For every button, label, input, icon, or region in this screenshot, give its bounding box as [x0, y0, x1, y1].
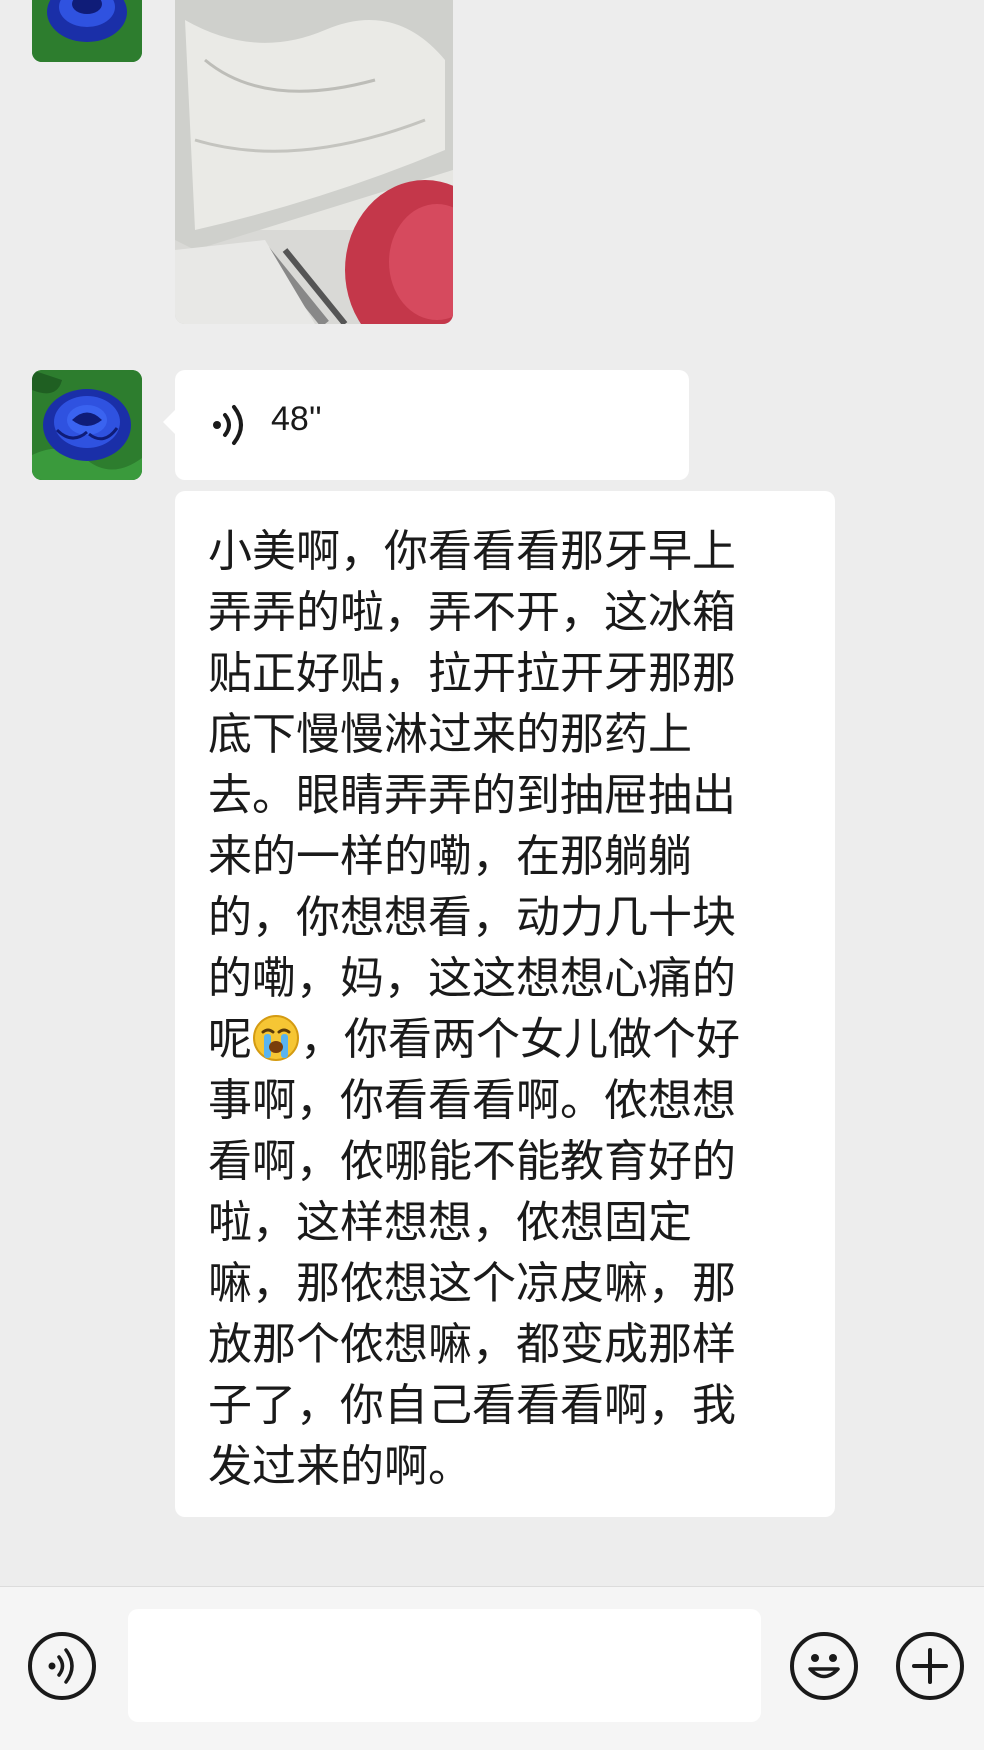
- blue-rose-icon: [32, 0, 142, 62]
- message-line: 子了，你自己看看看啊，我: [208, 1380, 736, 1431]
- message-line: 贴正好贴，拉开拉开牙那那: [208, 648, 736, 699]
- message-input[interactable]: [128, 1609, 761, 1722]
- photo-content: [175, 0, 453, 324]
- smiley-icon: [808, 1654, 840, 1679]
- emoji-button[interactable]: [790, 1632, 858, 1700]
- voice-wave-icon: [213, 405, 243, 445]
- more-button[interactable]: [896, 1632, 964, 1700]
- image-message[interactable]: [175, 0, 453, 324]
- message-line: 发过来的啊。: [208, 1441, 472, 1492]
- message-line: 看啊，侬哪能不能教育好的: [208, 1136, 736, 1187]
- sender-avatar[interactable]: [32, 370, 142, 480]
- message-line: 的嘞，妈，这这想想心痛的: [208, 953, 736, 1004]
- message-line: 去。眼睛弄弄的到抽屉抽出: [208, 770, 736, 821]
- message-line: 来的一样的嘞，在那躺躺: [208, 831, 692, 882]
- message-line: 小美啊，你看看看那牙早上: [208, 526, 736, 577]
- text-message[interactable]: 小美啊，你看看看那牙早上 弄弄的啦，弄不开，这冰箱 贴正好贴，拉开拉开牙那那 底…: [175, 491, 835, 1517]
- voice-input-icon: [48, 1648, 74, 1684]
- message-line: 啦，这样想想，侬想固定: [208, 1197, 692, 1248]
- message-line: 事啊，你看看看啊。侬想想: [208, 1075, 736, 1126]
- message-fragment: 呢: [208, 1014, 252, 1065]
- message-line: 底下慢慢淋过来的那药上: [208, 709, 692, 760]
- crying-face-emoji: [253, 1015, 299, 1061]
- message-line: 放那个侬想嘛，都变成那样: [208, 1319, 736, 1370]
- voice-input-button[interactable]: [28, 1632, 96, 1700]
- message-line-with-emoji: 呢 ，你看两个女儿做个好: [208, 1009, 805, 1070]
- message-line: 嘛，那侬想这个凉皮嘛，那: [208, 1258, 736, 1309]
- blue-rose-icon: [32, 370, 142, 480]
- voice-message[interactable]: 48'': [163, 370, 689, 480]
- sender-avatar[interactable]: [32, 0, 142, 62]
- chat-input-bar: [0, 1586, 984, 1750]
- message-line: 弄弄的啦，弄不开，这冰箱: [208, 587, 736, 638]
- voice-duration: 48'': [271, 400, 322, 438]
- plus-icon: [912, 1648, 948, 1684]
- message-fragment: ，你看两个女儿做个好: [300, 1014, 740, 1065]
- message-line: 的，你想想看，动力几十块: [208, 892, 736, 943]
